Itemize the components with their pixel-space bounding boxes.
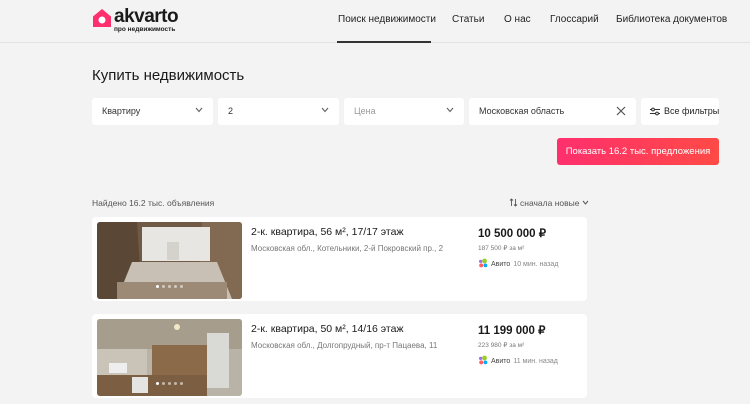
listing-address: Московская обл., Долгопрудный, пр-т Паца…	[251, 341, 438, 350]
avito-icon	[479, 258, 488, 268]
property-type-value: Квартиру	[102, 106, 141, 116]
page-title: Купить недвижимость	[92, 67, 245, 84]
listing-title[interactable]: 2-к. квартира, 56 м², 17/17 этаж	[251, 226, 403, 238]
region-value: Московская область	[479, 106, 565, 116]
listing-source-name: Авито	[491, 358, 511, 365]
listing-source-name: Авито	[491, 261, 511, 268]
close-icon[interactable]	[616, 106, 626, 116]
logo-subtitle: про недвижимость	[114, 26, 176, 33]
listing-time: 11 мин. назад	[513, 358, 558, 365]
property-type-select[interactable]: Квартиру	[92, 98, 213, 125]
header: akvarto про недвижимость Поиск недвижимо…	[0, 0, 750, 43]
price-select[interactable]: Цена	[344, 98, 464, 125]
listing-photo[interactable]	[97, 319, 242, 396]
nav-item-articles[interactable]: Статьи	[452, 14, 484, 25]
filter-icon	[650, 107, 660, 116]
avito-icon	[479, 355, 488, 365]
photo-pagination[interactable]	[97, 275, 242, 293]
price-placeholder: Цена	[354, 106, 376, 116]
results-count: Найдено 16.2 тыс. объявления	[92, 198, 215, 208]
sort-label: сначала новые	[520, 198, 580, 208]
sort-dropdown[interactable]: сначала новые	[509, 198, 589, 208]
nav-item-about[interactable]: О нас	[504, 14, 531, 25]
sort-icon	[509, 198, 518, 207]
rooms-select[interactable]: 2	[218, 98, 339, 125]
chevron-down-icon	[195, 107, 203, 113]
listing-photo[interactable]	[97, 222, 242, 299]
nav-item-glossary[interactable]: Глоссарий	[550, 14, 599, 25]
logo[interactable]: akvarto про недвижимость	[92, 6, 192, 36]
nav-item-documents[interactable]: Библиотека документов	[616, 14, 727, 25]
nav-active-indicator	[337, 41, 431, 43]
listing-price: 10 500 000 ₽	[478, 228, 547, 240]
rooms-value: 2	[228, 106, 234, 116]
photo-pagination[interactable]	[97, 372, 242, 390]
listing-card[interactable]: 2-к. квартира, 50 м², 14/16 этаж Московс…	[92, 314, 587, 398]
listing-address: Московская обл., Котельники, 2-й Покровс…	[251, 244, 444, 253]
chevron-down-icon	[583, 200, 589, 205]
listing-price-per-m2: 187 500 ₽ за м²	[478, 245, 525, 252]
chevron-down-icon	[446, 107, 454, 113]
show-offers-button[interactable]: Показать 16.2 тыс. предложения	[557, 138, 719, 165]
listing-price: 11 199 000 ₽	[478, 325, 546, 337]
listing-source: Авито 10 мин. назад	[478, 258, 558, 268]
listing-card[interactable]: 2-к. квартира, 56 м², 17/17 этаж Московс…	[92, 217, 587, 301]
all-filters-label: Все фильтры	[664, 106, 720, 116]
chevron-down-icon	[321, 107, 329, 113]
region-input[interactable]: Московская область	[469, 98, 636, 125]
nav-item-search[interactable]: Поиск недвижимости	[338, 14, 436, 25]
listing-time: 10 мин. назад	[513, 261, 559, 268]
listing-title[interactable]: 2-к. квартира, 50 м², 14/16 этаж	[251, 323, 403, 335]
home-logo-icon	[93, 9, 111, 27]
all-filters-button[interactable]: Все фильтры	[641, 98, 719, 125]
logo-wordmark: akvarto	[114, 6, 179, 27]
listing-source: Авито 11 мин. назад	[478, 355, 558, 365]
listing-price-per-m2: 223 980 ₽ за м²	[478, 342, 525, 349]
